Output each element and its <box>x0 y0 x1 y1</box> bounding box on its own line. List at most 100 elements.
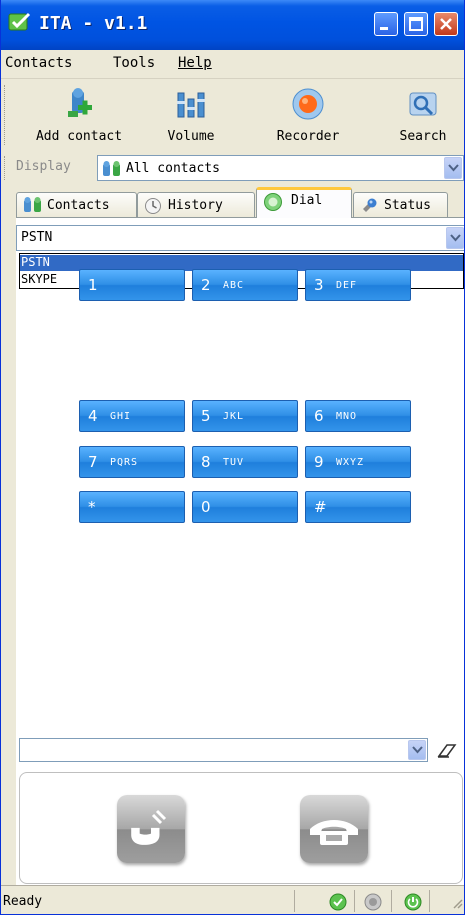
hangup-button[interactable] <box>300 795 368 863</box>
key-5-digit: 5 <box>201 407 211 425</box>
key-7-letters: PQRS <box>110 457 139 468</box>
status-bar: Ready <box>1 885 464 914</box>
key-0[interactable]: 0 <box>192 491 298 523</box>
chevron-down-icon <box>450 234 461 242</box>
menu-help[interactable]: Help <box>178 55 212 71</box>
tab-strip: Contacts History Dial Status <box>16 186 464 218</box>
tab-dial[interactable]: Dial <box>256 187 352 218</box>
menu-contacts[interactable]: Contacts <box>5 55 72 71</box>
phone-hangup-icon <box>310 820 358 845</box>
key-9[interactable]: 9 WXYZ <box>305 446 411 478</box>
device-status-icon <box>364 893 382 911</box>
power-status-icon <box>404 893 422 911</box>
minimize-button[interactable] <box>374 12 398 36</box>
tab-status[interactable]: Status <box>353 192 448 218</box>
key-2-digit: 2 <box>201 276 211 294</box>
volume-button[interactable]: Volume <box>151 79 231 151</box>
recorder-label: Recorder <box>276 129 340 144</box>
menu-help-label: Help <box>178 55 212 71</box>
app-logo-icon <box>8 12 32 32</box>
maximize-button[interactable] <box>404 12 428 36</box>
display-bar: Display All contacts <box>1 152 464 184</box>
add-contact-icon <box>62 87 96 125</box>
protocol-select-value: PSTN <box>21 230 53 245</box>
status-separator <box>391 890 392 912</box>
toolbar-grip[interactable] <box>4 85 8 145</box>
toolbar: Add contact Volume Recorder Search <box>1 78 464 151</box>
key-5[interactable]: 5 JKL <box>192 400 298 432</box>
key-6-letters: MNO <box>336 411 358 422</box>
resize-grip-icon[interactable] <box>451 897 463 913</box>
key-4[interactable]: 4 GHI <box>79 400 185 432</box>
tab-contacts-label: Contacts <box>47 198 110 213</box>
contacts-icon <box>23 197 43 217</box>
key-6[interactable]: 6 MNO <box>305 400 411 432</box>
key-hash[interactable]: # <box>305 491 411 523</box>
recorder-icon <box>291 87 325 125</box>
key-8-letters: TUV <box>223 457 245 468</box>
phone-call-icon <box>131 809 167 845</box>
menu-tools[interactable]: Tools <box>113 55 155 71</box>
key-3-digit: 3 <box>314 276 324 294</box>
key-7-digit: 7 <box>88 453 98 471</box>
dial-icon <box>263 192 283 216</box>
search-icon <box>406 87 440 125</box>
key-7[interactable]: 7 PQRS <box>79 446 185 478</box>
volume-icon <box>174 87 208 125</box>
key-9-digit: 9 <box>314 453 324 471</box>
protocol-select[interactable]: PSTN <box>16 225 464 251</box>
status-separator <box>354 890 355 912</box>
status-pin-icon <box>360 197 378 219</box>
tab-history-label: History <box>168 198 223 213</box>
key-4-digit: 4 <box>88 407 98 425</box>
key-2-letters: ABC <box>223 280 245 291</box>
dial-panel: PSTN PSTN SKYPE 1 2 ABC 3 DEF 4 GHI 5 JKL 6M… <box>16 217 464 886</box>
key-star-digit: * <box>88 498 96 516</box>
connection-ok-icon <box>329 893 347 911</box>
protocol-dropdown-button[interactable] <box>446 227 464 249</box>
display-grip[interactable] <box>4 156 8 180</box>
call-button[interactable] <box>117 795 185 863</box>
tab-status-label: Status <box>384 198 431 213</box>
display-dropdown-button[interactable] <box>444 157 462 179</box>
key-1-digit: 1 <box>88 276 98 294</box>
close-button[interactable] <box>434 12 458 36</box>
key-8[interactable]: 8 TUV <box>192 446 298 478</box>
key-9-letters: WXYZ <box>336 457 365 468</box>
key-hash-digit: # <box>314 498 327 516</box>
status-text: Ready <box>3 894 43 909</box>
number-history-dropdown-button[interactable] <box>408 740 426 760</box>
chevron-down-icon <box>448 164 459 172</box>
search-label: Search <box>399 129 447 144</box>
key-3[interactable]: 3 DEF <box>305 269 411 301</box>
display-filter-value: All contacts <box>126 161 220 176</box>
call-controls <box>19 772 463 884</box>
volume-label: Volume <box>167 129 215 144</box>
add-contact-label: Add contact <box>35 129 123 144</box>
key-3-letters: DEF <box>336 280 358 291</box>
tab-contacts[interactable]: Contacts <box>16 192 137 218</box>
eraser-icon[interactable] <box>435 740 459 762</box>
display-label: Display <box>16 159 71 174</box>
key-5-letters: JKL <box>223 411 245 422</box>
key-star[interactable]: * <box>79 491 185 523</box>
contacts-group-icon <box>102 161 122 181</box>
recorder-button[interactable]: Recorder <box>263 79 353 151</box>
tab-dial-label: Dial <box>291 193 323 208</box>
key-4-letters: GHI <box>110 411 132 422</box>
key-0-digit: 0 <box>201 498 211 516</box>
display-filter-select[interactable]: All contacts <box>97 155 464 181</box>
status-separator <box>294 890 295 912</box>
tab-history[interactable]: History <box>137 192 255 218</box>
chevron-down-icon <box>412 746 423 754</box>
search-button[interactable]: Search <box>383 79 463 151</box>
key-8-digit: 8 <box>201 453 211 471</box>
title-bar[interactable]: ITA - v1.1 <box>1 0 464 50</box>
add-contact-button[interactable]: Add contact <box>29 79 129 151</box>
key-6-digit: 6 <box>314 407 324 425</box>
history-icon <box>144 197 162 219</box>
key-1[interactable]: 1 <box>79 269 185 301</box>
key-2[interactable]: 2 ABC <box>192 269 298 301</box>
status-separator <box>429 890 430 912</box>
number-input[interactable] <box>19 738 428 762</box>
